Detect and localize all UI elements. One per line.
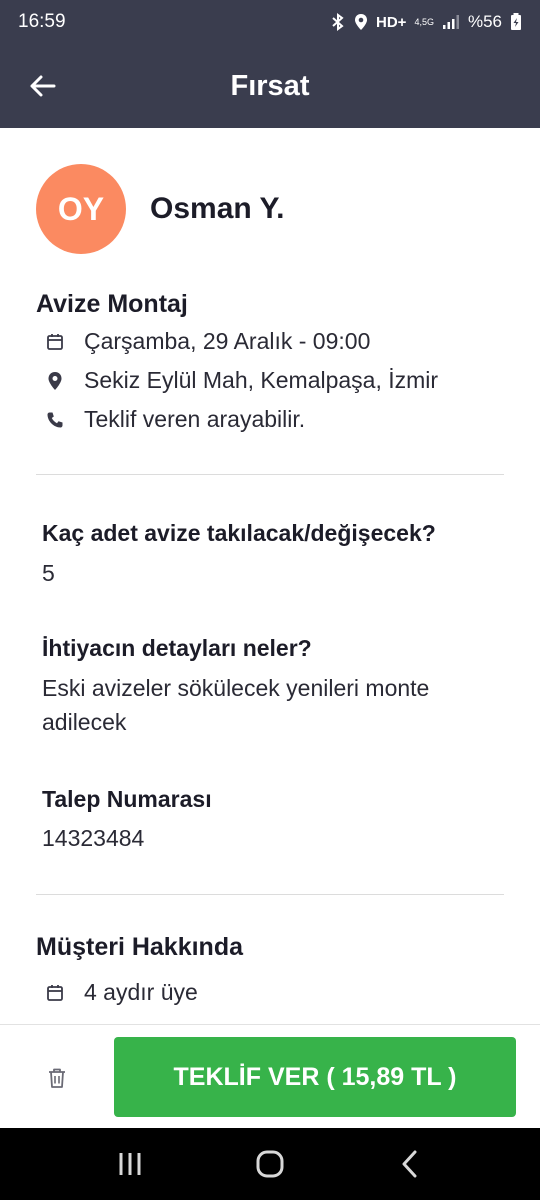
divider <box>36 474 504 475</box>
back-nav-button[interactable] <box>380 1134 440 1194</box>
network-label: HD+ <box>376 13 407 31</box>
trash-icon <box>49 1068 65 1088</box>
divider <box>36 894 504 895</box>
arrow-left-icon <box>30 75 56 97</box>
job-location: Sekiz Eylül Mah, Kemalpaşa, İzmir <box>84 367 439 393</box>
recent-apps-icon <box>119 1153 141 1175</box>
calendar-icon <box>44 982 66 1004</box>
back-button[interactable] <box>22 66 62 106</box>
location-icon <box>354 13 368 31</box>
membership-row: 4 aydır üye <box>44 979 198 1006</box>
delete-button[interactable] <box>42 1063 72 1093</box>
customer-profile: OY Osman Y. <box>36 164 285 254</box>
status-time: 16:59 <box>18 11 66 32</box>
question-label-details: İhtiyacın detayları neler? <box>42 635 312 661</box>
chevron-left-icon <box>402 1150 417 1178</box>
job-phone-note: Teklif veren arayabilir. <box>84 406 306 432</box>
system-nav-bar <box>0 1128 540 1200</box>
phone-icon <box>44 409 66 431</box>
app-bar: Fırsat <box>0 44 540 128</box>
battery-icon <box>510 13 522 31</box>
question-label-count: Kaç adet avize takılacak/değişecek? <box>42 520 436 546</box>
job-location-row: Sekiz Eylül Mah, Kemalpaşa, İzmir <box>44 367 438 394</box>
about-customer-title: Müşteri Hakkında <box>36 933 244 961</box>
question-value-request-number: 14323484 <box>42 825 145 851</box>
question-value-count: 5 <box>42 560 55 586</box>
status-bar: 16:59 HD+ 4,5G %56 <box>0 0 540 44</box>
membership-duration: 4 aydır üye <box>84 979 198 1005</box>
location-pin-icon <box>44 370 66 392</box>
question-label-request-number: Talep Numarası <box>42 786 212 812</box>
home-button[interactable] <box>240 1134 300 1194</box>
job-title: Avize Montaj <box>36 290 188 318</box>
avatar: OY <box>36 164 126 254</box>
battery-label: %56 <box>467 12 502 31</box>
bottom-action-bar: TEKLİF VER ( 15,89 TL ) <box>0 1024 540 1128</box>
customer-name: Osman Y. <box>150 192 285 225</box>
bluetooth-icon <box>330 13 346 31</box>
network-sub-label: 4,5G <box>414 17 434 27</box>
page-title: Fırsat <box>230 69 310 102</box>
status-icons: HD+ 4,5G %56 <box>330 12 522 32</box>
question-value-details: Eski avizeler sökülecek yenileri monte a… <box>42 675 430 735</box>
calendar-icon <box>44 331 66 353</box>
make-offer-button[interactable]: TEKLİF VER ( 15,89 TL ) <box>114 1037 516 1117</box>
home-icon <box>256 1150 284 1178</box>
job-date: Çarşamba, 29 Aralık - 09:00 <box>84 328 371 354</box>
opportunity-details[interactable]: OY Osman Y. Avize Montaj Çarşamba, 29 Ar… <box>0 128 540 1024</box>
signal-icon <box>442 14 460 30</box>
job-phone-row: Teklif veren arayabilir. <box>44 406 305 433</box>
job-date-row: Çarşamba, 29 Aralık - 09:00 <box>44 328 370 355</box>
recent-apps-button[interactable] <box>100 1134 160 1194</box>
